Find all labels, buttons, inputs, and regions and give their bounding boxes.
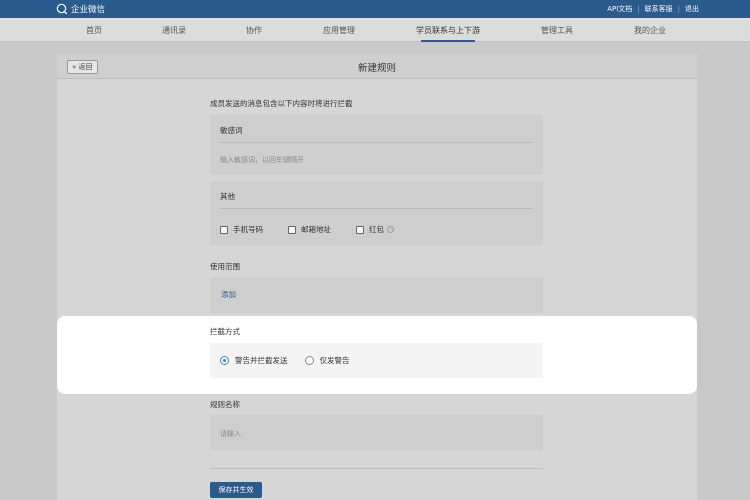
sensitive-words-title: 敏感词 (220, 126, 243, 135)
intercept-method-section: 拦截方式 警告并拦截发送 仅发警告 (57, 316, 697, 394)
rule-name-label: 规则名称 (210, 400, 240, 409)
panel-divider (220, 142, 533, 143)
nav-item-home[interactable]: 首页 (86, 25, 102, 36)
warn-and-block-label: 警告并拦截发送 (235, 356, 288, 365)
info-icon[interactable]: i (387, 226, 394, 233)
other-title: 其他 (220, 192, 235, 201)
page-title: 新建规则 (357, 63, 396, 74)
phone-number-option[interactable]: 手机号码 (220, 224, 263, 235)
other-options: 手机号码 邮箱地址 红包 i (220, 224, 419, 235)
red-packet-checkbox[interactable] (356, 225, 364, 234)
red-packet-label: 红包 (369, 225, 384, 234)
scope-panel: 添加 (210, 277, 543, 313)
rule-name-input[interactable]: 请输入 (220, 429, 241, 439)
api-docs-link[interactable]: API文档 (607, 4, 632, 14)
form-divider (210, 468, 543, 469)
main-nav: 首页 通讯录 协作 应用管理 学员联系与上下游 管理工具 我的企业 (0, 18, 750, 42)
panel-divider (220, 208, 533, 209)
add-scope-link[interactable]: 添加 (221, 289, 236, 300)
nav-item-management-tools[interactable]: 管理工具 (541, 25, 573, 36)
warn-and-block-option[interactable]: 警告并拦截发送 (220, 355, 288, 366)
nav-active-indicator (421, 40, 475, 42)
intercept-method-label: 拦截方式 (210, 327, 240, 336)
top-link-separator: | (637, 5, 640, 13)
card-header: « 返回 新建规则 (57, 54, 697, 79)
scope-label: 使用范围 (210, 262, 240, 271)
warn-only-radio[interactable] (304, 356, 314, 365)
top-link-separator: | (677, 5, 680, 13)
phone-number-label: 手机号码 (233, 225, 263, 234)
intro-label: 成员发送的消息包含以下内容时将进行拦截 (210, 99, 353, 108)
sensitive-words-panel: 敏感词 输入敏感词，以回车键隔开 (210, 115, 543, 175)
intercept-method-panel: 警告并拦截发送 仅发警告 (210, 343, 543, 378)
app-logo[interactable]: 企业微信 (56, 3, 105, 15)
sensitive-words-input[interactable]: 输入敏感词，以回车键隔开 (220, 155, 304, 165)
red-packet-option[interactable]: 红包 i (356, 224, 394, 235)
nav-item-student-contacts[interactable]: 学员联系与上下游 (416, 25, 480, 36)
phone-number-checkbox[interactable] (220, 225, 228, 234)
intercept-options: 警告并拦截发送 仅发警告 (220, 355, 367, 366)
email-address-option[interactable]: 邮箱地址 (288, 224, 331, 235)
email-address-label: 邮箱地址 (301, 225, 331, 234)
nav-item-collaboration[interactable]: 协作 (246, 25, 262, 36)
nav-item-app-management[interactable]: 应用管理 (323, 25, 355, 36)
nav-item-my-enterprise[interactable]: 我的企业 (634, 25, 666, 36)
warn-only-label: 仅发警告 (319, 356, 350, 365)
other-panel: 其他 手机号码 邮箱地址 红包 i (210, 181, 543, 245)
rule-card: « 返回 新建规则 成员发送的消息包含以下内容时将进行拦截 敏感词 输入敏感词，… (57, 54, 697, 500)
top-links: API文档 | 联系客服 | 退出 (607, 4, 699, 14)
email-address-checkbox[interactable] (288, 225, 296, 234)
warn-only-option[interactable]: 仅发警告 (304, 355, 350, 366)
save-button[interactable]: 保存并生效 (210, 482, 262, 498)
top-bar: 企业微信 API文档 | 联系客服 | 退出 (0, 0, 750, 18)
warn-and-block-radio[interactable] (220, 356, 229, 365)
app-name: 企业微信 (71, 5, 106, 15)
logout-link[interactable]: 退出 (685, 4, 699, 14)
nav-item-contacts[interactable]: 通讯录 (162, 25, 186, 36)
rule-name-panel: 请输入 (210, 415, 543, 450)
contact-support-link[interactable]: 联系客服 (645, 4, 673, 14)
wecom-logo-icon (56, 3, 68, 15)
